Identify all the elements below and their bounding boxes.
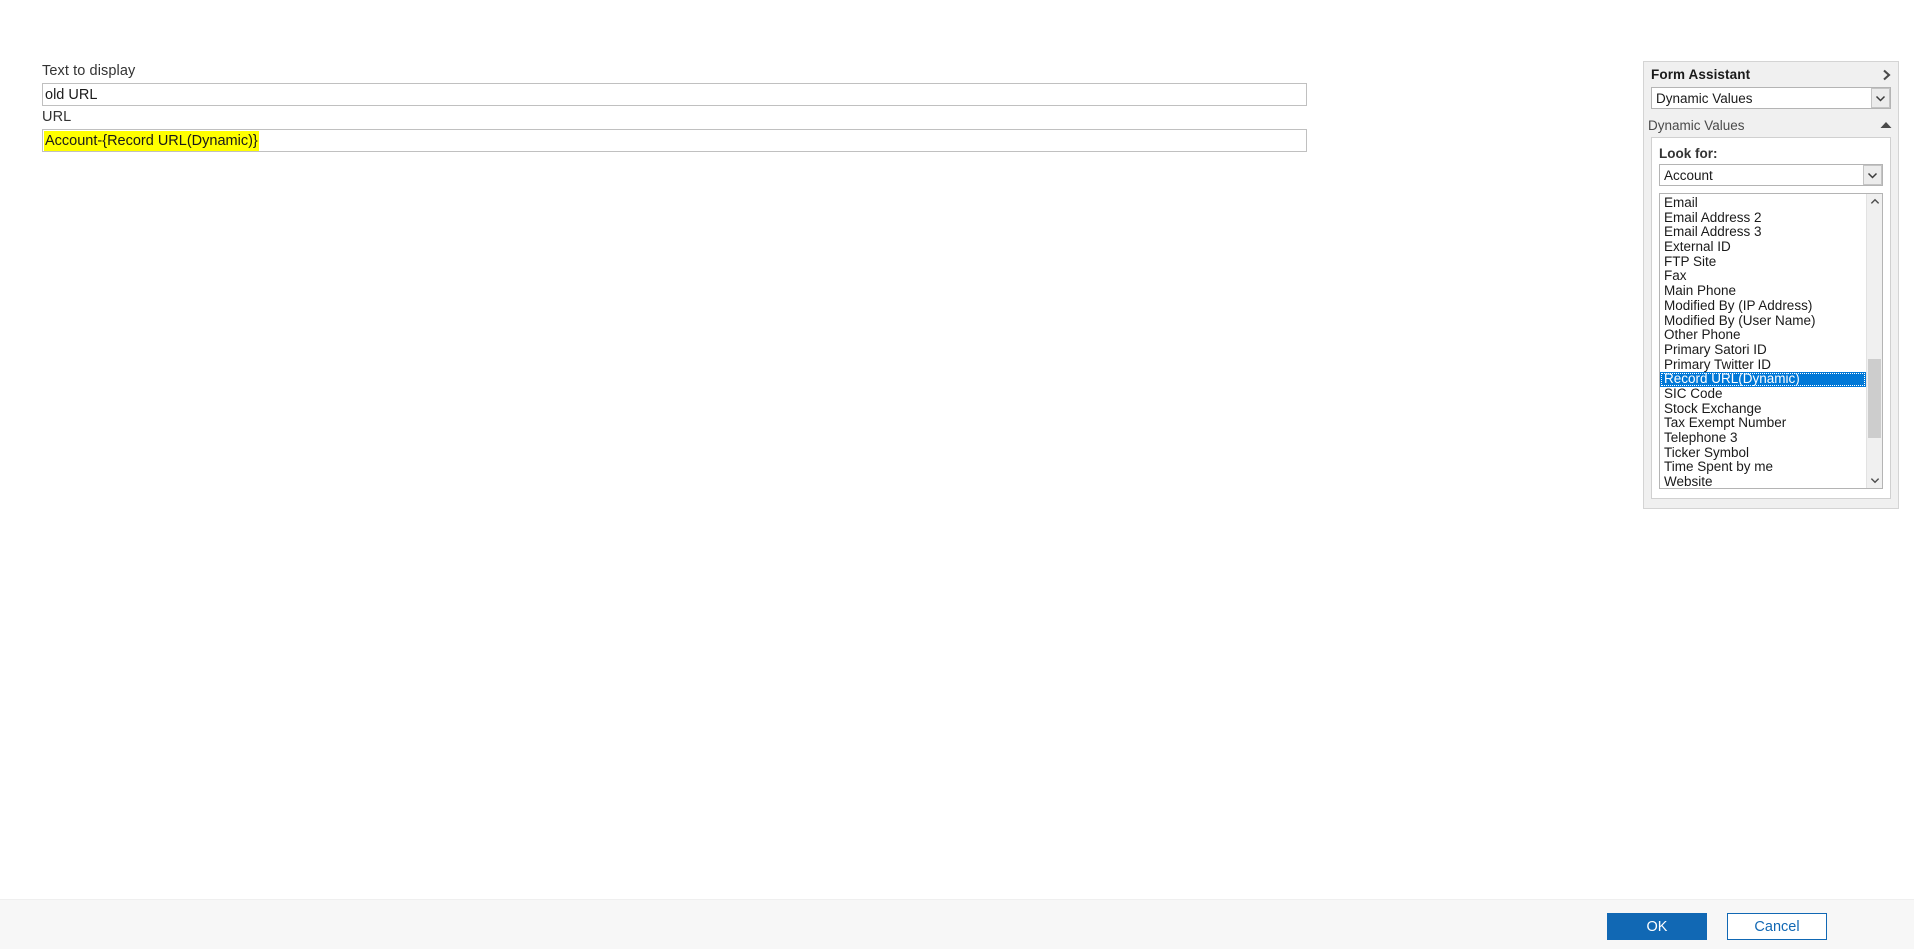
dialog-root: Text to display URL Account-{Record URL(… <box>0 0 1914 949</box>
form-assistant-title: Form Assistant <box>1651 67 1751 82</box>
text-to-display-input[interactable] <box>42 83 1307 106</box>
list-item[interactable]: External ID <box>1660 239 1866 255</box>
form-assistant-panel: Form Assistant Dynamic Values Dynamic Va… <box>1643 61 1899 509</box>
list-item[interactable]: Ticker Symbol <box>1660 445 1866 461</box>
dynamic-values-body: Look for: Account Email Email Address 2 Em… <box>1651 137 1891 499</box>
list-item[interactable]: Email <box>1660 195 1866 211</box>
form-assistant-header: Form Assistant <box>1644 62 1898 87</box>
list-item[interactable]: SIC Code <box>1660 386 1866 402</box>
list-item[interactable]: Modified By (IP Address) <box>1660 298 1866 314</box>
list-item[interactable]: Telephone 3 <box>1660 430 1866 446</box>
list-item[interactable]: Website <box>1660 474 1866 488</box>
cancel-button[interactable]: Cancel <box>1727 913 1827 940</box>
look-for-label: Look for: <box>1659 146 1718 161</box>
assistant-mode-row: Dynamic Values <box>1644 87 1898 109</box>
list-item[interactable]: Email Address 3 <box>1660 225 1866 240</box>
list-item[interactable]: Main Phone <box>1660 283 1866 299</box>
listbox-scrollbar[interactable] <box>1866 194 1882 488</box>
list-item[interactable]: Primary Satori ID <box>1660 342 1866 358</box>
list-item[interactable]: Primary Twitter ID <box>1660 357 1866 373</box>
look-for-value: Account <box>1664 167 1713 183</box>
list-item[interactable]: Fax <box>1660 269 1866 284</box>
assistant-mode-value: Dynamic Values <box>1656 90 1753 106</box>
url-input[interactable]: Account-{Record URL(Dynamic)} <box>42 129 1307 152</box>
list-item[interactable]: Other Phone <box>1660 327 1866 343</box>
chevron-right-icon[interactable] <box>1881 69 1892 80</box>
list-item[interactable]: Modified By (User Name) <box>1660 313 1866 329</box>
list-item[interactable]: Record URL(Dynamic) <box>1660 372 1866 387</box>
url-label: URL <box>42 109 72 125</box>
list-item[interactable]: Time Spent by me <box>1660 460 1866 475</box>
link-form-area: Text to display URL Account-{Record URL(… <box>0 0 1640 900</box>
chevron-down-icon[interactable] <box>1871 88 1890 108</box>
dynamic-values-section-header[interactable]: Dynamic Values <box>1644 113 1898 137</box>
assistant-mode-select[interactable]: Dynamic Values <box>1651 87 1891 109</box>
ok-button[interactable]: OK <box>1607 913 1707 940</box>
chevron-down-icon[interactable] <box>1863 165 1882 185</box>
list-item[interactable]: Email Address 2 <box>1660 210 1866 226</box>
list-item[interactable]: FTP Site <box>1660 254 1866 270</box>
listbox-scrollbar-thumb[interactable] <box>1868 359 1881 438</box>
url-input-value-highlighted[interactable]: Account-{Record URL(Dynamic)} <box>44 131 259 151</box>
dialog-action-bar: OK Cancel <box>0 899 1914 949</box>
dynamic-values-section-title: Dynamic Values <box>1648 117 1745 133</box>
text-to-display-label: Text to display <box>42 63 136 79</box>
dynamic-field-list[interactable]: Email Email Address 2 Email Address 3 Exter… <box>1660 194 1866 488</box>
chevron-up-icon[interactable] <box>1867 194 1882 210</box>
dynamic-field-listbox[interactable]: Email Email Address 2 Email Address 3 Exter… <box>1659 193 1883 489</box>
list-item[interactable]: Tax Exempt Number <box>1660 416 1866 431</box>
chevron-down-icon[interactable] <box>1867 472 1882 488</box>
list-item[interactable]: Stock Exchange <box>1660 401 1866 417</box>
look-for-select[interactable]: Account <box>1659 164 1883 186</box>
triangle-up-icon[interactable] <box>1880 121 1892 129</box>
